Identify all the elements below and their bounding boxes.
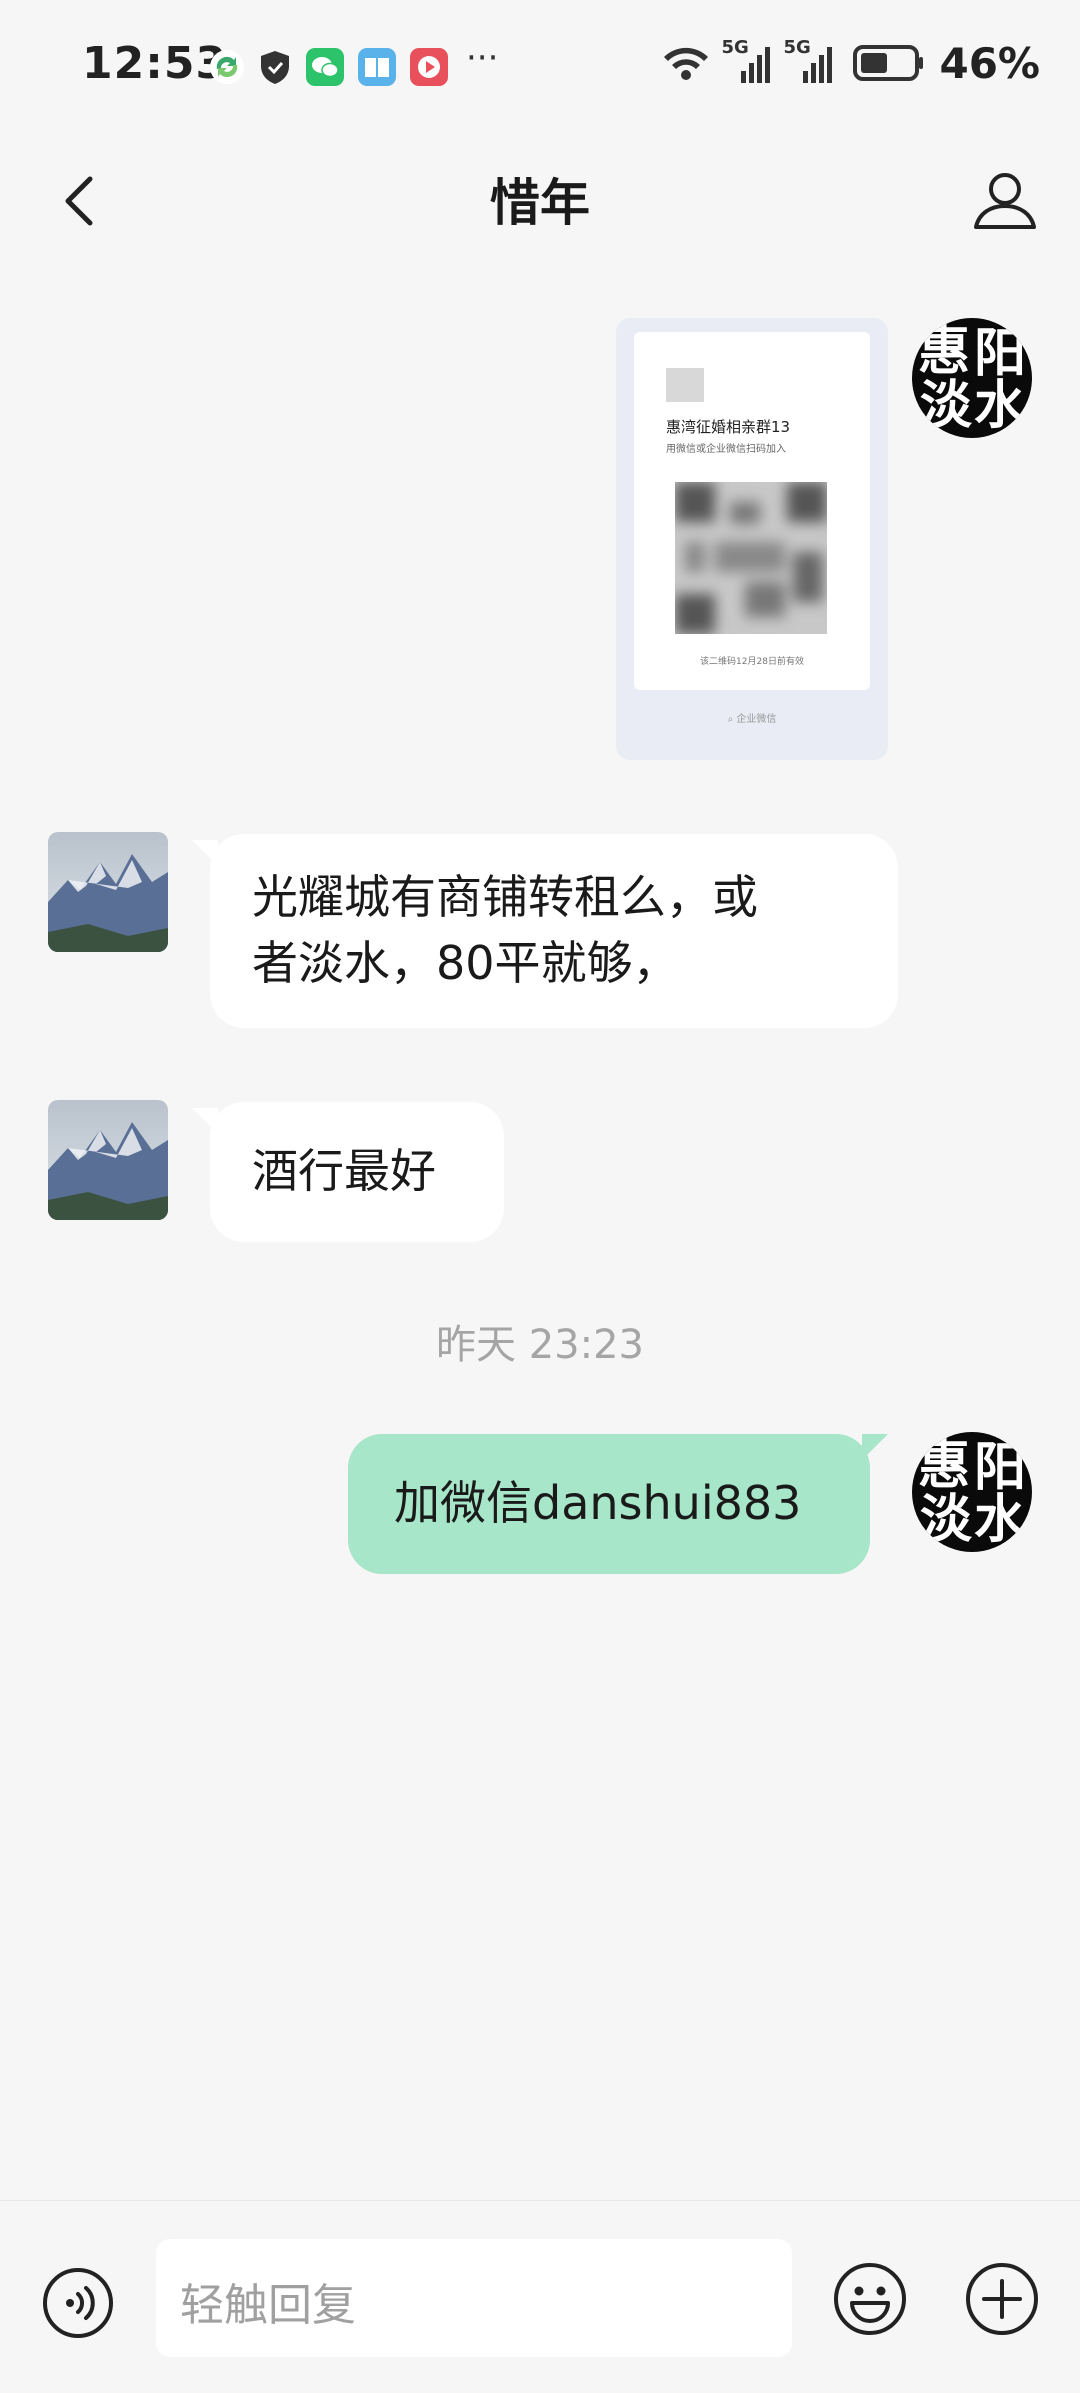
video-icon [410,48,448,86]
more-options-button[interactable] [964,2261,1040,2337]
battery-percent: 46% [939,38,1040,88]
voice-icon [43,2268,113,2338]
message-timestamp: 昨天 23:23 [436,1322,644,1368]
card-validity: 该二维码12月28日前有效 [700,657,804,667]
card-subtitle: 用微信或企业微信扫码加入 [666,444,786,455]
shield-icon [256,48,294,86]
card-body: 惠湾征婚相亲群13 用微信或企业微信扫码加入 该二维码12月28日前有效 [634,332,870,690]
signal-2: 5G [783,37,835,85]
battery-icon [853,45,924,81]
contact-avatar[interactable] [48,832,168,952]
reply-input[interactable]: 轻触回复 [156,2239,792,2357]
group-invite-card[interactable]: 惠湾征婚相亲群13 用微信或企业微信扫码加入 该二维码12月28日前有效 ⌕ 企… [616,318,888,760]
avatar-glyph: 淡 [920,375,973,436]
card-footer: ⌕ 企业微信 [616,710,888,725]
reply-input-placeholder: 轻触回复 [180,2280,356,2331]
input-bar: 轻触回复 [0,2200,1080,2393]
avatar-glyph: 阳 [974,1437,1027,1498]
wifi-icon [664,47,709,80]
avatar-glyph: 水 [974,1489,1027,1550]
signal-icon [803,47,833,83]
contact-avatar[interactable] [48,1100,168,1220]
message-bubble-outgoing[interactable]: 加微信danshui883 [348,1434,888,1574]
avatar-glyph: 阳 [974,323,1027,384]
avatar-glyph: 惠 [918,321,971,382]
avatar-glyph: 淡 [920,1489,973,1550]
chat-header: 惜年 [0,135,1080,265]
signal-1: 5G [721,37,773,85]
group-logo [666,368,704,402]
emoji-button[interactable] [832,2261,908,2337]
message-text: 加微信danshui883 [394,1476,802,1530]
wechat-icon [306,48,344,86]
my-avatar[interactable]: 惠 阳 淡 水 [912,1432,1032,1552]
chat-title: 惜年 [490,174,590,232]
my-avatar[interactable]: 惠 阳 淡 水 [912,318,1032,438]
avatar-glyph: 惠 [918,1435,971,1496]
message-bubble-incoming[interactable]: 光耀城有商铺转租么，或 者淡水，80平就够， [192,834,898,1028]
message-text: 酒行最好 [252,1144,436,1198]
voice-input-button[interactable] [42,2267,114,2339]
signal-icon [741,47,771,83]
emoji-icon [834,2263,906,2335]
avatar-glyph: 水 [974,375,1027,436]
contact-profile-button[interactable] [970,165,1040,235]
plus-icon [966,2263,1038,2335]
message-line: 者淡水，80平就够， [252,936,679,990]
more-notifications: ··· [466,38,499,78]
status-bar: 12:53 ··· 5G 5G 46% [0,0,1080,135]
status-time: 12:53 [82,38,228,89]
search-icon: ⌕ [727,714,734,725]
qr-code-image [675,482,827,634]
status-right: 5G 5G 46% [661,37,1040,88]
card-title: 惠湾征婚相亲群13 [666,418,791,436]
person-icon [974,173,1036,229]
card-footer-label: 企业微信 [736,714,777,725]
sync-app-icon [208,48,246,86]
reader-icon [358,48,396,86]
message-line: 光耀城有商铺转租么，或 [252,870,758,924]
message-bubble-incoming[interactable]: 酒行最好 [192,1102,504,1242]
